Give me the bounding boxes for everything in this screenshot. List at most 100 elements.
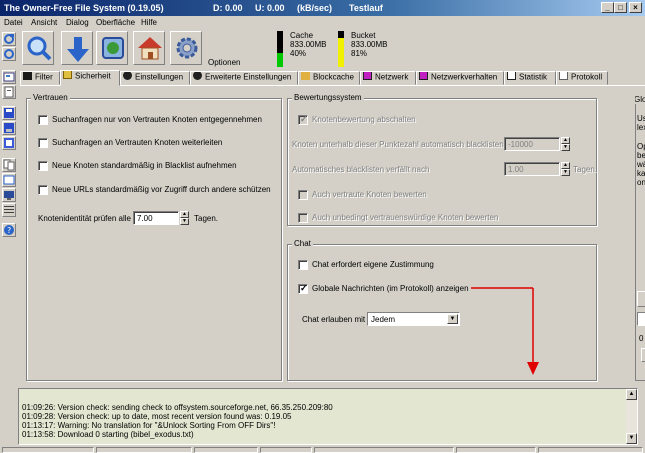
tab-blockcache[interactable]: Blockcache (298, 71, 360, 85)
list-button[interactable] (2, 203, 16, 217)
copy-button[interactable] (2, 158, 16, 172)
spin-up-icon[interactable]: ▲ (180, 211, 189, 218)
tab-netzwerk[interactable]: Netzwerk (360, 71, 416, 85)
tab-netzwerkverhalten[interactable]: Netzwerkverhalten (416, 71, 504, 85)
status-pane (314, 447, 454, 453)
trust-option-4-checkbox[interactable] (38, 185, 48, 195)
document-icon (4, 86, 14, 98)
tab-erweiterte-einstellungen[interactable]: Erweiterte Einstellungen (190, 71, 298, 85)
bucket-size: 833.00MB (351, 40, 388, 49)
identity-check-input[interactable]: 7.00 (133, 211, 179, 225)
auto-blacklist-input[interactable]: 1.00 (504, 162, 560, 176)
log-area[interactable]: 01:09:26: Version check: sending check t… (18, 388, 638, 445)
disable-rating-label[interactable]: Knotenbewertung abschalten (312, 115, 416, 124)
upload-rate: U: 0.00 (255, 3, 285, 13)
tab-einstellungen[interactable]: Einstellungen (120, 71, 190, 85)
list-icon (4, 206, 14, 213)
tab-filter[interactable]: Filter (20, 71, 60, 85)
scroll-up-icon[interactable]: ▲ (626, 389, 637, 400)
save-button[interactable] (2, 106, 16, 120)
menu-ansicht[interactable]: Ansicht (31, 18, 57, 27)
log-line: 01:09:28: Version check: up to date, mos… (22, 412, 292, 421)
left-toolbar: ? (0, 30, 18, 390)
cache-stat: Cache 833.00MB 40% (277, 31, 337, 67)
download-rate: D: 0.00 (213, 3, 243, 13)
tab-statistik[interactable]: Statistik (504, 71, 556, 85)
window-titlebar[interactable]: The Owner-Free File System (0.19.05) D: … (0, 0, 645, 16)
trust-option-2-checkbox[interactable] (38, 138, 48, 148)
svg-text:?: ? (7, 226, 11, 235)
menu-dialog[interactable]: Dialog (66, 18, 89, 27)
lock-icon (63, 71, 72, 80)
spin-down-icon[interactable]: ▼ (561, 169, 570, 176)
threshold-input[interactable]: -10000 (504, 137, 560, 151)
trust-option-3-checkbox[interactable] (38, 161, 48, 171)
rate-always-trusted-label[interactable]: Auch unbedingt vertrauenswürdige Knoten … (312, 213, 498, 222)
tab-protokoll[interactable]: Protokoll (556, 71, 608, 85)
options-button[interactable] (170, 31, 202, 65)
chat-consent-checkbox[interactable] (298, 260, 308, 270)
filter-icon (23, 72, 32, 81)
rate-trusted-checkbox[interactable] (298, 190, 308, 200)
trust-option-1-checkbox[interactable] (38, 115, 48, 125)
chat-consent-label[interactable]: Chat erfordert eigene Zustimmung (312, 260, 434, 269)
global-messages-checkbox[interactable]: ✓ (298, 283, 308, 294)
tab-sicherheit[interactable]: Sicherheit (60, 70, 120, 86)
identity-check-spinner[interactable]: ▲ ▼ (180, 211, 189, 225)
global-slider-handle[interactable] (641, 348, 645, 362)
status-pane (2, 447, 94, 453)
spin-up-icon[interactable]: ▲ (561, 162, 570, 169)
copy-icon (3, 159, 15, 171)
global-messages-label[interactable]: Globale Nachrichten (im Protokoll) anzei… (312, 284, 469, 293)
window-title: The Owner-Free File System (0.19.05) (4, 3, 164, 13)
rate-trusted-label[interactable]: Auch vertraute Knoten bewerten (312, 190, 427, 199)
trust-option-2-label[interactable]: Suchanfragen an Vertrauten Knoten weiter… (52, 138, 222, 147)
spin-up-icon[interactable]: ▲ (561, 137, 570, 144)
cache-bar (277, 31, 283, 67)
trust-option-3-label[interactable]: Neue Knoten standardmäßig in Blacklist a… (52, 161, 237, 170)
minimize-button[interactable]: _ (601, 2, 614, 13)
gear-icon (176, 37, 198, 59)
export-button[interactable] (2, 136, 16, 150)
menu-hilfe[interactable]: Hilfe (141, 18, 157, 27)
refresh-alt-button[interactable] (2, 47, 16, 61)
rate-always-trusted-checkbox[interactable] (298, 213, 308, 223)
export-icon (4, 138, 14, 148)
chat-allow-select[interactable]: Jedem ▼ (367, 312, 460, 326)
save-all-button[interactable] (2, 121, 16, 135)
search-button[interactable] (22, 31, 54, 65)
trust-option-4-label[interactable]: Neue URLs standardmäßig vor Zugriff durc… (52, 185, 271, 194)
menu-oberflaeche[interactable]: Oberfläche (96, 18, 135, 27)
spin-down-icon[interactable]: ▼ (561, 144, 570, 151)
global-button[interactable]: S (637, 291, 645, 307)
download-button[interactable] (61, 31, 93, 65)
scroll-down-icon[interactable]: ▼ (626, 433, 637, 444)
spin-down-icon[interactable]: ▼ (180, 218, 189, 225)
tree-icon (3, 72, 15, 82)
tree-button[interactable] (2, 70, 16, 84)
cache-percent: 40% (290, 49, 307, 58)
menu-datei[interactable]: Datei (4, 18, 23, 27)
trust-option-1-label[interactable]: Suchanfragen nur von Vertrauten Knoten e… (52, 115, 262, 124)
settings-icon (123, 72, 132, 81)
document-button[interactable] (2, 85, 16, 99)
maximize-button[interactable]: □ (614, 2, 627, 13)
insert-button[interactable] (2, 173, 16, 187)
globe-button[interactable] (96, 31, 128, 65)
chevron-down-icon[interactable]: ▼ (447, 314, 458, 324)
auto-blacklist-unit: Tagen. (573, 165, 598, 174)
monitor-button[interactable] (2, 188, 16, 202)
global-input[interactable] (637, 312, 645, 326)
log-scrollbar[interactable]: ▲ ▼ (626, 389, 637, 444)
home-button[interactable] (133, 31, 165, 65)
status-pane (96, 447, 192, 453)
refresh-small-button[interactable] (2, 32, 16, 46)
rating-group: Bewertungssystem ✓ Knotenbewertung absch… (287, 93, 598, 226)
chat-allow-value: Jedem (371, 315, 396, 324)
threshold-spinner[interactable]: ▲ ▼ (561, 137, 570, 151)
options-label: Optionen (208, 58, 241, 67)
help-button[interactable]: ? (2, 223, 16, 237)
auto-blacklist-spinner[interactable]: ▲ ▼ (561, 162, 570, 176)
disable-rating-checkbox[interactable]: ✓ (298, 114, 308, 125)
close-button[interactable]: × (629, 2, 642, 13)
